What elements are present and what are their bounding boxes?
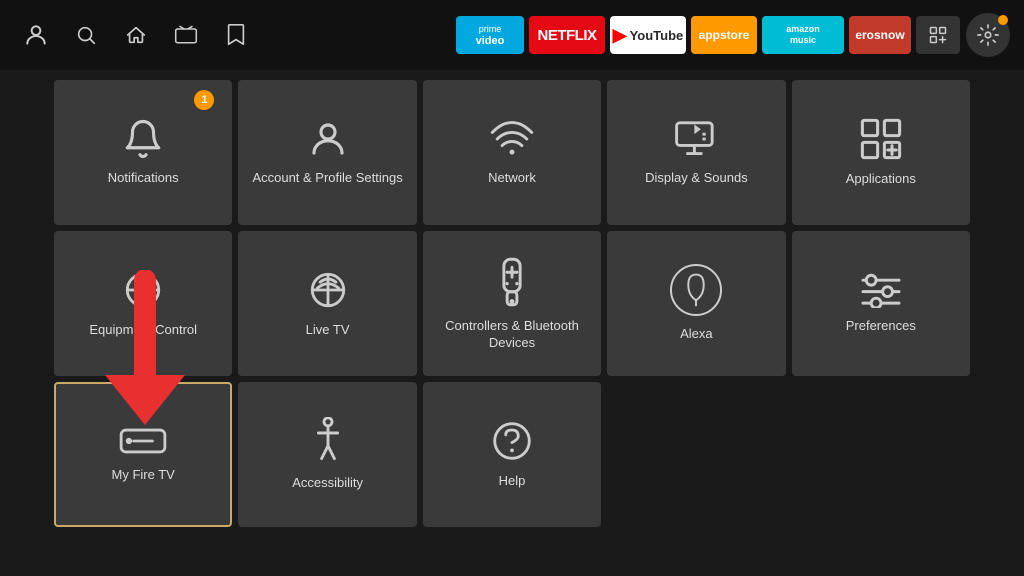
- preferences-label: Preferences: [840, 318, 922, 335]
- profile-button[interactable]: [14, 13, 58, 57]
- netflix-chip[interactable]: NETFLIX: [529, 16, 605, 54]
- my-fire-tv-label: My Fire TV: [106, 467, 181, 484]
- bookmark-button[interactable]: [214, 13, 258, 57]
- display-sounds-tile[interactable]: Display & Sounds: [607, 80, 785, 225]
- live-tv-tile[interactable]: Live TV: [238, 231, 416, 376]
- my-fire-tv-tile[interactable]: My Fire TV: [54, 382, 232, 527]
- live-tv-label: Live TV: [300, 322, 356, 339]
- nav-bar: prime video NETFLIX ▶ YouTube appstore a…: [0, 0, 1024, 70]
- main-content: Notifications 1 Account & Profile Settin…: [0, 70, 1024, 537]
- network-label: Network: [482, 170, 542, 187]
- settings-notification-dot: [998, 15, 1008, 25]
- home-button[interactable]: [114, 13, 158, 57]
- help-tile[interactable]: Help: [423, 382, 601, 527]
- account-tile[interactable]: Account & Profile Settings: [238, 80, 416, 225]
- account-label: Account & Profile Settings: [246, 170, 408, 187]
- settings-button[interactable]: [966, 13, 1010, 57]
- tv-button[interactable]: [164, 13, 208, 57]
- notifications-tile[interactable]: Notifications 1: [54, 80, 232, 225]
- applications-tile[interactable]: Applications: [792, 80, 970, 225]
- notification-badge: 1: [194, 90, 214, 110]
- prime-video-chip[interactable]: prime video: [456, 16, 524, 54]
- youtube-chip[interactable]: ▶ YouTube: [610, 16, 686, 54]
- equipment-control-label: Equipment Control: [83, 322, 203, 339]
- alexa-tile[interactable]: Alexa: [607, 231, 785, 376]
- display-sounds-label: Display & Sounds: [639, 170, 754, 187]
- search-button[interactable]: [64, 13, 108, 57]
- preferences-tile[interactable]: Preferences: [792, 231, 970, 376]
- alexa-label: Alexa: [674, 326, 719, 343]
- settings-grid: Notifications 1 Account & Profile Settin…: [54, 80, 970, 527]
- help-label: Help: [493, 473, 532, 490]
- app-shortcuts: prime video NETFLIX ▶ YouTube appstore a…: [456, 16, 960, 54]
- appstore-chip[interactable]: appstore: [691, 16, 757, 54]
- accessibility-label: Accessibility: [286, 475, 369, 492]
- notifications-label: Notifications: [102, 170, 185, 187]
- erosnow-chip[interactable]: erosnow: [849, 16, 911, 54]
- alexa-circle-icon: [670, 264, 722, 316]
- network-tile[interactable]: Network: [423, 80, 601, 225]
- all-apps-chip[interactable]: [916, 16, 960, 54]
- applications-label: Applications: [840, 171, 922, 188]
- equipment-control-tile[interactable]: Equipment Control: [54, 231, 232, 376]
- controllers-tile[interactable]: Controllers & Bluetooth Devices: [423, 231, 601, 376]
- controllers-label: Controllers & Bluetooth Devices: [423, 318, 601, 352]
- amazonmusic-chip[interactable]: amazonmusic: [762, 16, 844, 54]
- accessibility-tile[interactable]: Accessibility: [238, 382, 416, 527]
